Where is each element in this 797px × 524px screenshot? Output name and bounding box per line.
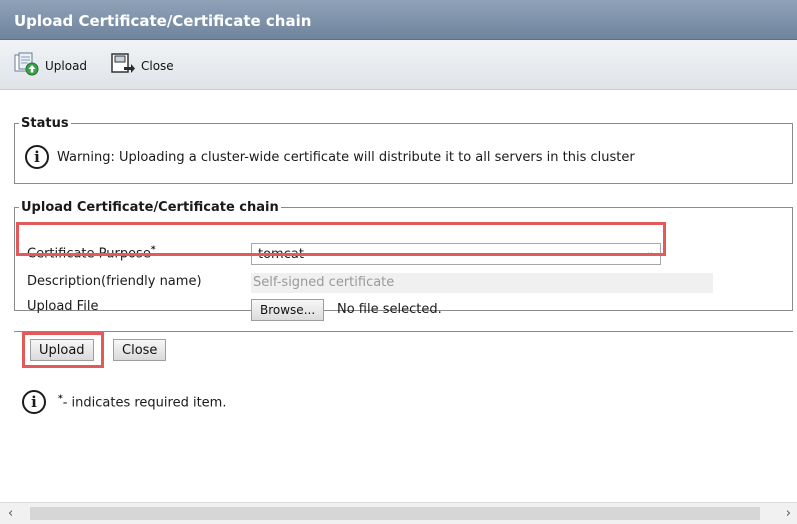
upload-file-label: Upload File [27,299,99,314]
toolbar-close-button[interactable]: Close [110,53,174,79]
info-icon: i [25,145,49,169]
toolbar: Upload Close [0,40,797,90]
description-field: Self-signed certificate [251,273,713,293]
scrollbar-thumb[interactable] [30,507,760,520]
window-title: Upload Certificate/Certificate chain [0,0,797,40]
status-section: Status i Warning: Uploading a cluster-wi… [14,116,793,184]
info-icon: i [22,390,46,414]
close-button[interactable]: Close [113,339,167,361]
description-label: Description(friendly name) [27,274,202,289]
status-message: Warning: Uploading a cluster-wide certif… [57,149,635,165]
purpose-highlight-box [16,222,666,256]
toolbar-close-label: Close [141,59,174,73]
required-note-text: *- indicates required item. [58,394,226,410]
required-note: i *- indicates required item. [22,390,226,414]
status-legend: Status [21,116,69,131]
browse-button[interactable]: Browse... [251,299,325,321]
upload-icon [14,52,40,80]
status-message-row: i Warning: Uploading a cluster-wide cert… [25,145,635,169]
scroll-right-icon[interactable]: › [786,506,791,521]
toolbar-upload-label: Upload [45,59,88,73]
scroll-left-icon[interactable]: ‹ [8,506,13,521]
close-icon [110,52,136,80]
toolbar-upload-button[interactable]: Upload [14,52,88,80]
required-note-message: - indicates required item. [62,395,227,411]
section-divider [14,331,793,332]
upload-highlight-box [22,332,104,368]
horizontal-scrollbar[interactable]: ‹ › [0,502,797,524]
file-status: No file selected. [337,302,442,317]
upload-section-legend: Upload Certificate/Certificate chain [21,200,279,215]
